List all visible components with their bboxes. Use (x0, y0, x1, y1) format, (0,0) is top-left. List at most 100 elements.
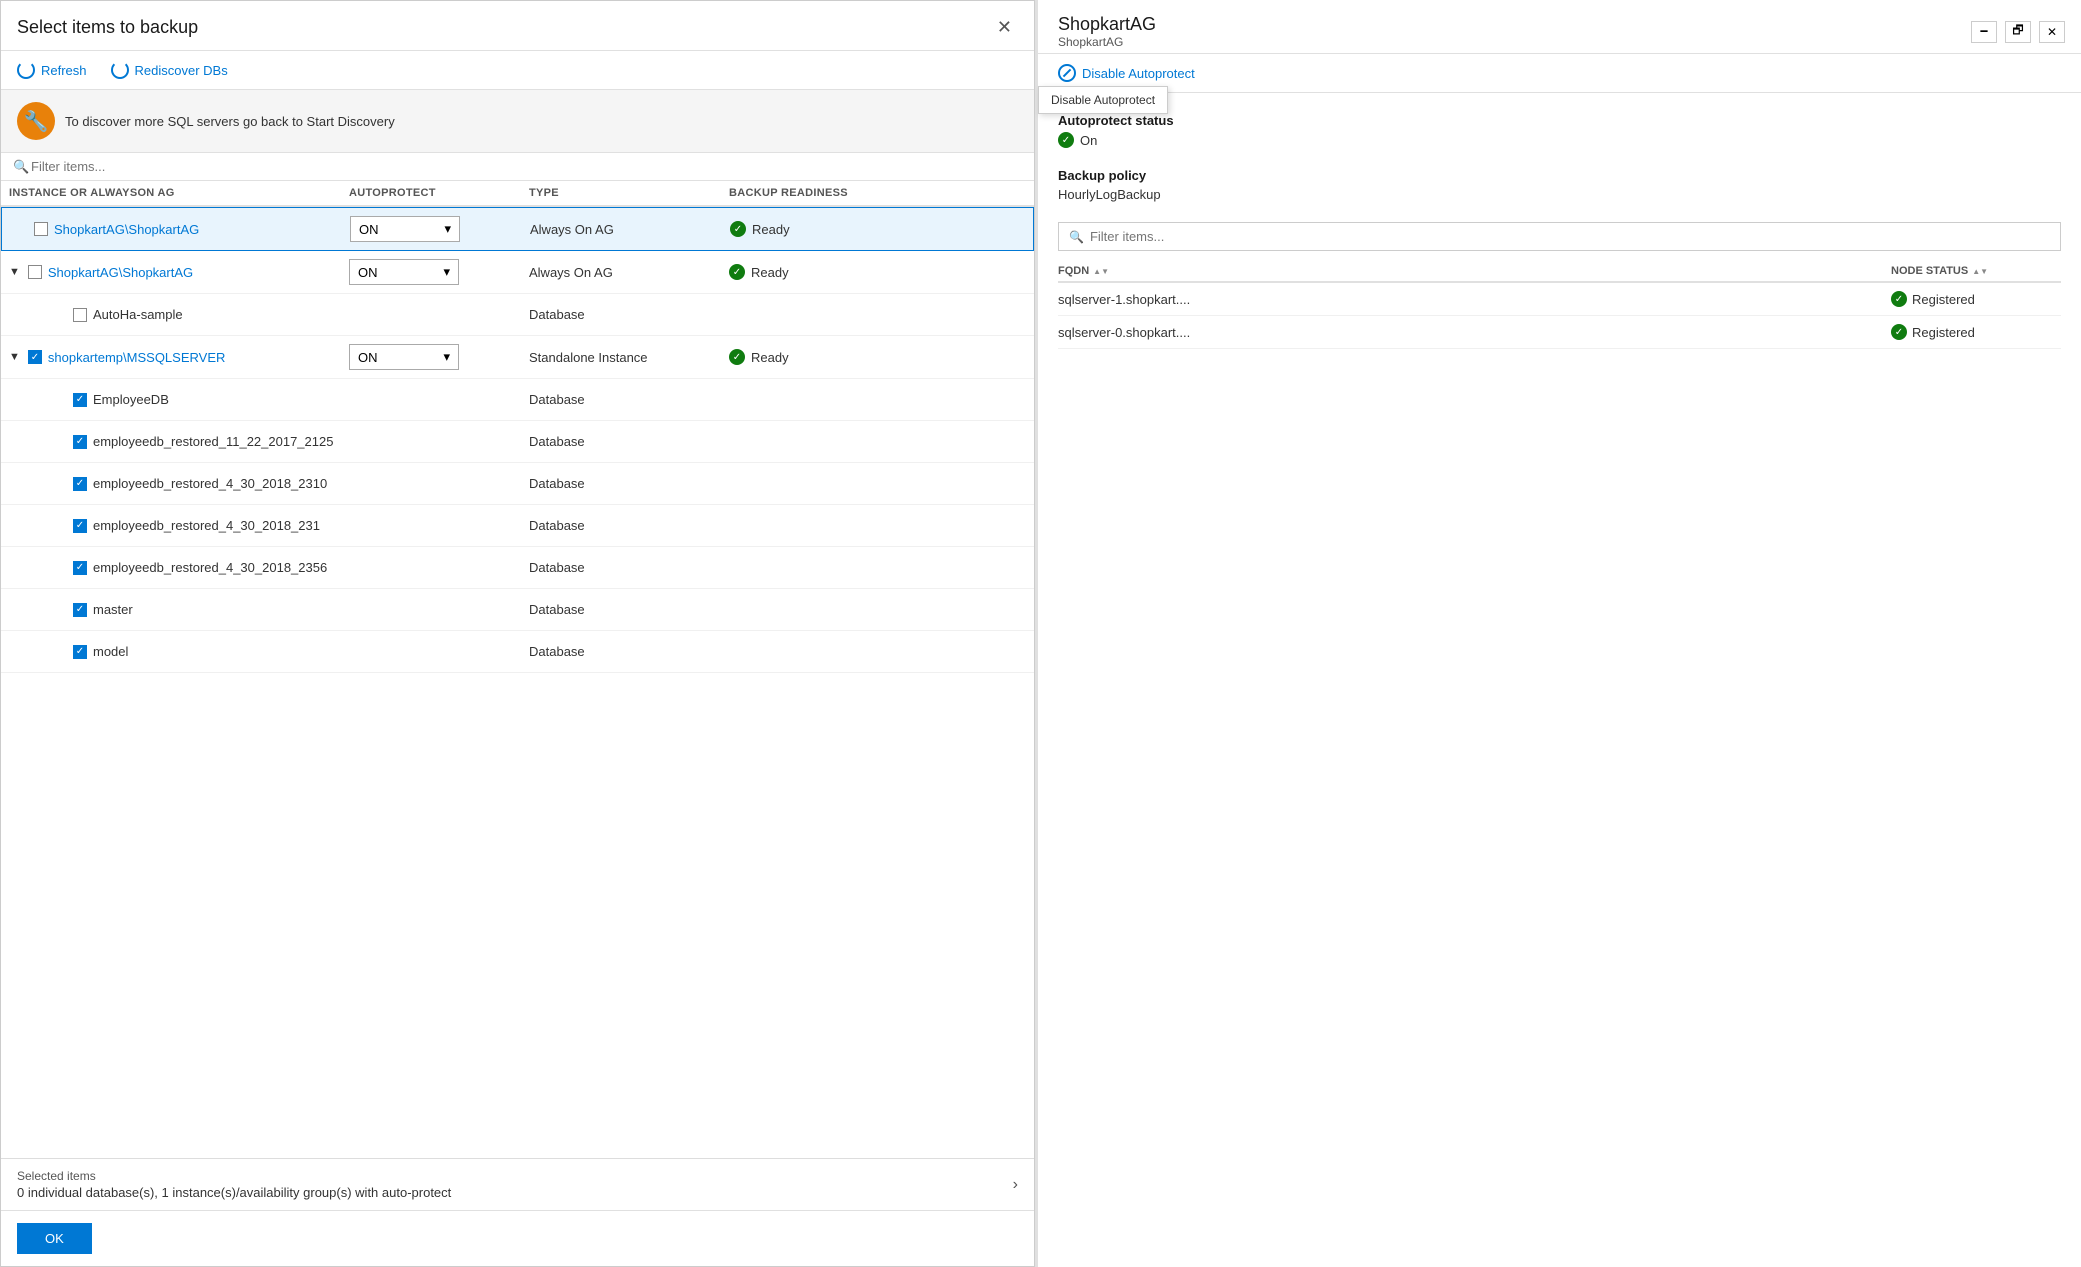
row7-instance-name: employeedb_restored_4_30_2018_2310 (93, 476, 327, 491)
row1-instance-link[interactable]: ShopkartAG\ShopkartAG (54, 222, 199, 237)
dropdown-arrow-icon: ▾ (443, 349, 450, 365)
ok-area: OK (1, 1210, 1034, 1266)
row1-autoprotect-select[interactable]: ON ▾ (350, 216, 460, 242)
row9-instance-name: employeedb_restored_4_30_2018_2356 (93, 560, 327, 575)
cell-instance: ✓ employeedb_restored_4_30_2018_231 (9, 518, 349, 533)
row8-type: Database (529, 518, 729, 533)
refresh-icon (17, 61, 35, 79)
table-row: ✓ EmployeeDB Database (1, 379, 1034, 421)
row7-checkbox[interactable]: ✓ (73, 477, 87, 491)
row2-autoprotect-select[interactable]: ON ▾ (349, 259, 459, 285)
row3-checkbox[interactable] (73, 308, 87, 322)
table-row: ✓ employeedb_restored_4_30_2018_2310 Dat… (1, 463, 1034, 505)
row6-type: Database (529, 434, 729, 449)
cell-instance: ✓ employeedb_restored_4_30_2018_2356 (9, 560, 349, 575)
table-row: ✓ employeedb_restored_4_30_2018_231 Data… (1, 505, 1034, 547)
th-type: TYPE (529, 187, 729, 199)
refresh-button[interactable]: Refresh (17, 61, 87, 79)
row6-instance-name: employeedb_restored_11_22_2017_2125 (93, 434, 333, 449)
th-instance: INSTANCE OR ALWAYSON AG (9, 187, 349, 199)
node1-status-text: Registered (1912, 292, 1975, 307)
autoprotect-section: Autoprotect status ✓ On (1058, 113, 2061, 148)
filter-search-icon: 🔍 (13, 159, 29, 175)
row5-instance-name: EmployeeDB (93, 392, 169, 407)
close-button[interactable]: ✕ (991, 15, 1018, 40)
right-th-fqdn: FQDN ▲▼ (1058, 265, 1861, 277)
table-row: AutoHa-sample Database (1, 294, 1034, 336)
table-row: ✓ master Database (1, 589, 1034, 631)
row10-checkbox[interactable]: ✓ (73, 603, 87, 617)
ready-check-icon: ✓ (730, 221, 746, 237)
row4-readiness: ✓ Ready (729, 349, 1034, 365)
cell-instance: ✓ EmployeeDB (9, 392, 349, 407)
node1-status-icon: ✓ (1891, 291, 1907, 307)
autoprotect-value: On (1080, 133, 1097, 148)
table-body: ShopkartAG\ShopkartAG ON ▾ Always On AG … (1, 207, 1034, 1158)
close-right-button[interactable]: ✕ (2039, 21, 2065, 43)
row2-readiness: ✓ Ready (729, 264, 1034, 280)
table-row: ✓ employeedb_restored_4_30_2018_2356 Dat… (1, 547, 1034, 589)
disable-autoprotect-button[interactable]: Disable Autoprotect (1058, 64, 1195, 82)
right-table-row: sqlserver-0.shopkart.... ✓ Registered (1058, 316, 2061, 349)
footer-bar: Selected items 0 individual database(s),… (1, 1158, 1034, 1210)
right-title: ShopkartAG (1058, 14, 1156, 35)
minimize-button[interactable]: 🗕 (1971, 21, 1997, 43)
row9-checkbox[interactable]: ✓ (73, 561, 87, 575)
node2-status-text: Registered (1912, 325, 1975, 340)
toolbar: Refresh Rediscover DBs (1, 51, 1034, 90)
row4-autoprotect-select[interactable]: ON ▾ (349, 344, 459, 370)
discovery-text: To discover more SQL servers go back to … (65, 114, 395, 129)
right-filter-box: 🔍 (1058, 222, 2061, 251)
table-row: ▼ ✓ shopkartemp\MSSQLSERVER ON ▾ Standal… (1, 336, 1034, 379)
rediscover-icon (111, 61, 129, 79)
ok-button[interactable]: OK (17, 1223, 92, 1254)
row10-instance-name: master (93, 602, 133, 617)
row2-instance-link[interactable]: ShopkartAG\ShopkartAG (48, 265, 193, 280)
row1-readiness: ✓ Ready (730, 221, 1033, 237)
right-table-row: sqlserver-1.shopkart.... ✓ Registered (1058, 283, 2061, 316)
nodestatus-sort-icon[interactable]: ▲▼ (1972, 267, 1988, 276)
footer-arrow-icon[interactable]: › (1013, 1176, 1018, 1194)
row1-checkbox[interactable] (34, 222, 48, 236)
panel-header: Select items to backup ✕ (1, 1, 1034, 51)
node1-fqdn: sqlserver-1.shopkart.... (1058, 292, 1861, 307)
backup-policy-section: Backup policy HourlyLogBackup (1058, 168, 2061, 202)
row4-instance-link[interactable]: shopkartemp\MSSQLSERVER (48, 350, 226, 365)
left-panel: Select items to backup ✕ Refresh Redisco… (0, 0, 1035, 1267)
right-filter-input[interactable] (1090, 229, 2050, 244)
right-window-controls: 🗕 🗗 ✕ (1971, 21, 2065, 43)
selected-label: Selected items (17, 1169, 451, 1183)
fqdn-sort-icon[interactable]: ▲▼ (1093, 267, 1109, 276)
node2-fqdn: sqlserver-0.shopkart.... (1058, 325, 1861, 340)
restore-button[interactable]: 🗗 (2005, 21, 2031, 43)
right-filter-icon: 🔍 (1069, 230, 1084, 244)
filter-input[interactable] (9, 159, 1026, 174)
rediscover-button[interactable]: Rediscover DBs (111, 61, 228, 79)
row2-checkbox[interactable] (28, 265, 42, 279)
row6-checkbox[interactable]: ✓ (73, 435, 87, 449)
refresh-label: Refresh (41, 63, 87, 78)
row11-checkbox[interactable]: ✓ (73, 645, 87, 659)
row5-checkbox[interactable]: ✓ (73, 393, 87, 407)
row11-instance-name: model (93, 644, 128, 659)
autoprotect-check-icon: ✓ (1058, 132, 1074, 148)
footer-text-block: Selected items 0 individual database(s),… (17, 1169, 451, 1200)
panel-title: Select items to backup (17, 17, 198, 38)
right-panel: ShopkartAG ShopkartAG 🗕 🗗 ✕ Disable Auto… (1035, 0, 2081, 1267)
th-readiness: BACKUP READINESS (729, 187, 1034, 199)
expand-arrow-icon[interactable]: ▼ (9, 351, 20, 363)
expand-arrow-icon[interactable]: ▼ (9, 266, 20, 278)
row10-type: Database (529, 602, 729, 617)
row4-checkbox[interactable]: ✓ (28, 350, 42, 364)
table-row: ▼ ShopkartAG\ShopkartAG ON ▾ Always On A… (1, 251, 1034, 294)
cell-instance: ▼ ✓ shopkartemp\MSSQLSERVER (9, 350, 349, 365)
row2-type: Always On AG (529, 265, 729, 280)
row8-checkbox[interactable]: ✓ (73, 519, 87, 533)
selected-text: 0 individual database(s), 1 instance(s)/… (17, 1185, 451, 1200)
row1-autoprotect: ON ▾ (350, 216, 530, 242)
cell-instance: ▼ ShopkartAG\ShopkartAG (9, 265, 349, 280)
row3-instance-name: AutoHa-sample (93, 307, 183, 322)
dropdown-arrow-icon: ▾ (444, 221, 451, 237)
cell-instance: ✓ employeedb_restored_11_22_2017_2125 (9, 434, 349, 449)
row7-type: Database (529, 476, 729, 491)
